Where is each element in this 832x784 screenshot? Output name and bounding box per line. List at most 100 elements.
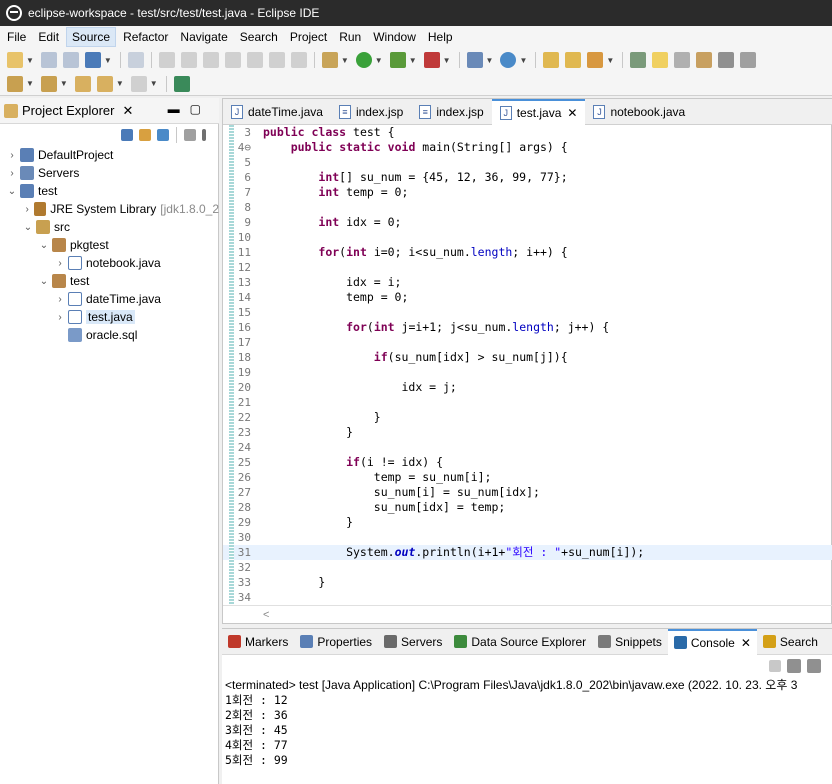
code-line[interactable]: 23 } [223, 425, 832, 440]
tree-item-servers[interactable]: › Servers [0, 164, 219, 182]
resume-icon[interactable] [158, 52, 175, 68]
back-icon[interactable] [96, 75, 113, 92]
save-all-icon[interactable] [62, 52, 79, 68]
tree-item-test[interactable]: ⌄ test [0, 182, 219, 200]
remove-launch-icon[interactable] [787, 659, 801, 673]
menu-run[interactable]: Run [334, 28, 366, 46]
chevron-down-icon[interactable]: ▼ [606, 56, 614, 65]
chevron-down-icon[interactable]: ▼ [375, 56, 383, 65]
code-line[interactable]: 13 idx = i; [223, 275, 832, 290]
code-line[interactable]: 4⊖ public static void main(String[] args… [223, 140, 832, 155]
console-output[interactable]: 1회전 : 12 2회전 : 36 3회전 : 45 4회전 : 77 5회전 : 99 [222, 693, 832, 768]
link-with-editor-icon[interactable] [139, 129, 151, 141]
code-line[interactable]: 26 temp = su_num[i]; [223, 470, 832, 485]
chevron-down-icon[interactable]: ⌄ [38, 240, 50, 251]
step-into-icon[interactable] [246, 52, 263, 68]
menu-refactor[interactable]: Refactor [118, 28, 173, 46]
external-tools-icon[interactable] [423, 52, 440, 68]
chevron-down-icon[interactable]: ▼ [519, 56, 527, 65]
menu-help[interactable]: Help [423, 28, 458, 46]
new-icon[interactable] [7, 52, 23, 68]
toggle-breadcrumb-icon[interactable] [630, 52, 647, 68]
view-menu-icon[interactable] [202, 129, 206, 141]
chevron-down-icon[interactable]: ▼ [443, 56, 451, 65]
open-task-icon[interactable] [565, 52, 582, 68]
debug-icon[interactable] [321, 52, 338, 68]
chevron-down-icon[interactable]: ▼ [26, 56, 34, 65]
code-line[interactable]: 20 idx = j; [223, 380, 832, 395]
chevron-down-icon[interactable]: ▼ [26, 79, 34, 88]
project-explorer-tab[interactable]: Project Explorer ✕ ▬▢ [0, 98, 219, 124]
horizontal-scrollbar[interactable]: < [223, 605, 832, 623]
block-selection-icon[interactable] [674, 52, 691, 68]
collapse-all-icon[interactable] [121, 129, 133, 141]
terminal-icon[interactable] [84, 52, 101, 68]
tree-item-pkgtest[interactable]: ⌄ pkgtest [0, 236, 219, 254]
tree-item-test-java[interactable]: › test.java [0, 308, 219, 326]
chevron-down-icon[interactable]: ▼ [486, 56, 494, 65]
next-annotation-icon[interactable] [7, 75, 23, 92]
tab-index-jsp[interactable]: ≡ index.jsp [331, 99, 411, 125]
filter-icon[interactable] [157, 129, 169, 141]
new-server-icon[interactable] [466, 52, 483, 68]
tree-item-datetime-java[interactable]: › dateTime.java [0, 290, 219, 308]
save-icon[interactable] [40, 52, 57, 68]
close-icon[interactable]: ✕ [741, 636, 751, 650]
mark-occurrences-icon[interactable] [652, 52, 669, 68]
code-line[interactable]: 17 [223, 335, 832, 350]
tab-index-jsp[interactable]: ≡ index.jsp [411, 99, 491, 125]
code-line[interactable]: 21 [223, 395, 832, 410]
menu-source[interactable]: Source [66, 27, 117, 47]
focus-icon[interactable] [184, 129, 196, 141]
terminate-icon[interactable] [769, 660, 781, 672]
tab-test-java[interactable]: Jtest.java ✕ [491, 99, 586, 125]
chevron-down-icon[interactable]: ▼ [104, 56, 112, 65]
terminate-icon[interactable] [202, 52, 219, 68]
chevron-right-icon[interactable]: › [54, 312, 66, 323]
code-line[interactable]: 18 if(su_num[idx] > su_num[j]){ [223, 350, 832, 365]
word-wrap-icon[interactable] [696, 52, 713, 68]
forward-icon[interactable] [130, 75, 147, 92]
code-line[interactable]: 31 System.out.println(i+1+"회전 : "+su_num… [223, 545, 832, 560]
code-line[interactable]: 9 int idx = 0; [223, 215, 832, 230]
chevron-down-icon[interactable]: ▼ [409, 56, 417, 65]
coverage-icon[interactable] [389, 52, 406, 68]
tree-item-src[interactable]: ⌄ src [0, 218, 219, 236]
menu-window[interactable]: Window [368, 28, 421, 46]
code-line[interactable]: 3 public class test { [223, 125, 832, 140]
menu-file[interactable]: File [2, 28, 31, 46]
code-line[interactable]: 30 [223, 530, 832, 545]
code-line[interactable]: 19 [223, 365, 832, 380]
tree-item-notebook-java[interactable]: › notebook.java [0, 254, 219, 272]
tab-data-source-explorer[interactable]: Data Source Explorer [448, 629, 592, 655]
tab-search[interactable]: Search [757, 629, 824, 655]
tab-snippets[interactable]: Snippets [592, 629, 668, 655]
menu-search[interactable]: Search [235, 28, 283, 46]
step-over-icon[interactable] [268, 52, 285, 68]
chevron-down-icon[interactable]: ▼ [116, 79, 124, 88]
chevron-right-icon[interactable]: › [6, 168, 18, 179]
tab-servers[interactable]: Servers [378, 629, 448, 655]
code-line[interactable]: 27 su_num[i] = su_num[idx]; [223, 485, 832, 500]
whitespace-icon[interactable] [718, 52, 735, 68]
step-return-icon[interactable] [290, 52, 307, 68]
code-line[interactable]: 15 [223, 305, 832, 320]
tree-item-defaultproject[interactable]: › DefaultProject [0, 146, 219, 164]
remove-all-terminated-icon[interactable] [807, 659, 821, 673]
chevron-down-icon[interactable]: ⌄ [6, 186, 18, 197]
chevron-down-icon[interactable]: ⌄ [38, 276, 50, 287]
code-line[interactable]: 22 } [223, 410, 832, 425]
scroll-left-arrow[interactable]: < [263, 609, 269, 621]
chevron-down-icon[interactable]: ▼ [60, 79, 68, 88]
view-controls[interactable]: ▬▢ [168, 102, 211, 116]
chevron-down-icon[interactable]: ▼ [150, 79, 158, 88]
code-line[interactable]: 14 temp = 0; [223, 290, 832, 305]
tab-console[interactable]: Console ✕ [667, 628, 757, 655]
disconnect-icon[interactable] [224, 52, 241, 68]
suspend-icon[interactable] [180, 52, 197, 68]
search-icon[interactable] [587, 52, 604, 68]
chevron-down-icon[interactable]: ▼ [341, 56, 349, 65]
code-line[interactable]: 12 [223, 260, 832, 275]
code-line[interactable]: 32 [223, 560, 832, 575]
tab-properties[interactable]: Properties [294, 629, 378, 655]
